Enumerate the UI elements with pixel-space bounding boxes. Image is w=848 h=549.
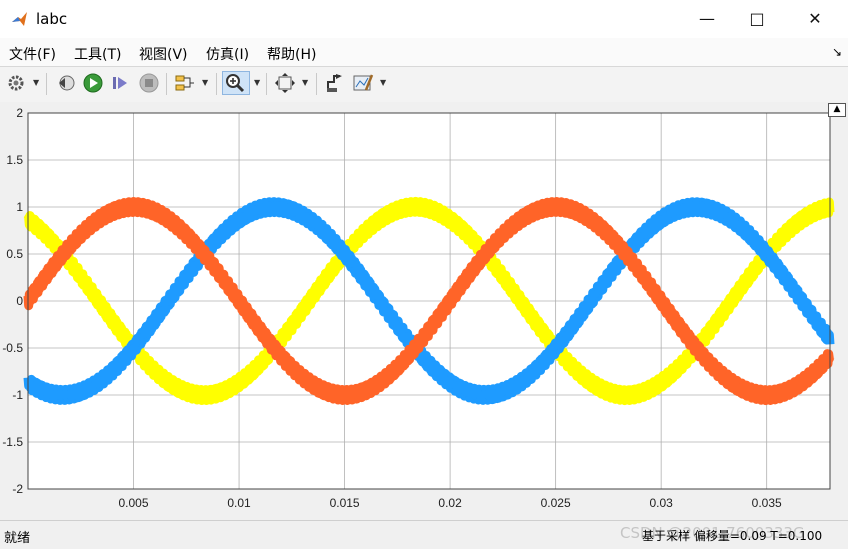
- style-edit-button[interactable]: [352, 72, 374, 94]
- cursor-measure-button[interactable]: [324, 72, 346, 94]
- close-button[interactable]: ✕: [792, 0, 838, 38]
- y-tick-label: 1: [16, 200, 23, 214]
- x-tick-label: 0.01: [227, 496, 251, 510]
- menu-tools[interactable]: 工具(T): [74, 44, 121, 64]
- matlab-icon: [12, 12, 27, 26]
- step-forward-button[interactable]: [110, 72, 130, 94]
- menu-help[interactable]: 帮助(H): [267, 44, 316, 64]
- step-back-button[interactable]: [56, 72, 76, 94]
- x-tick-label: 0.025: [541, 496, 571, 510]
- zoom-in-icon: [226, 74, 245, 93]
- stop-icon: [139, 73, 159, 93]
- x-tick-label: 0.035: [752, 496, 782, 510]
- chevron-down-icon[interactable]: ▼: [202, 78, 208, 87]
- y-tick-label: -1.5: [2, 435, 23, 449]
- settings-button[interactable]: [6, 72, 26, 94]
- fit-view-button[interactable]: [274, 72, 296, 94]
- close-icon: ✕: [808, 9, 822, 28]
- x-tick-label: 0.03: [649, 496, 673, 510]
- y-tick-label: 0.5: [6, 247, 23, 261]
- menu-file[interactable]: 文件(F): [9, 44, 56, 64]
- y-tick-label: 1.5: [6, 153, 23, 167]
- zoom-in-button[interactable]: [222, 71, 250, 95]
- status-bar: 就绪 CSDN @2001-7600333G 基于采样 偏移量=0.09 T=0…: [0, 520, 848, 549]
- minimize-button[interactable]: —: [684, 0, 730, 38]
- run-icon: [83, 73, 103, 93]
- signal-select-icon: [175, 75, 194, 91]
- title-bar: labc — □ ✕: [0, 0, 848, 38]
- stop-button[interactable]: [138, 72, 160, 94]
- expand-icon: ▲: [833, 104, 841, 114]
- scope-chart[interactable]: 2 1.5 1 0.5 0 -0.5 -1 -1.5 -2 0.005 0.01 0.015 0.02 0…: [0, 102, 848, 520]
- run-button[interactable]: [82, 72, 104, 94]
- x-tick-label: 0.015: [330, 496, 360, 510]
- y-tick-label: -2: [12, 482, 23, 496]
- y-tick-label: -0.5: [2, 341, 23, 355]
- chevron-down-icon[interactable]: ▼: [380, 78, 386, 87]
- chevron-down-icon[interactable]: ▼: [33, 78, 39, 87]
- chevron-down-icon[interactable]: ▼: [302, 78, 308, 87]
- x-tick-label: 0.02: [438, 496, 462, 510]
- menu-simulation[interactable]: 仿真(I): [206, 44, 249, 64]
- y-tick-label: -1: [12, 388, 23, 402]
- x-tick-label: 0.005: [119, 496, 149, 510]
- scope-plot-area: ▲ 2 1.5 1 0.5 0 -0.5 -1 -1.5 -2 0.005 0.01 0.015 0.0…: [0, 102, 848, 520]
- menu-bar: 文件(F) 工具(T) 视图(V) 仿真(I) 帮助(H) ↘: [0, 38, 848, 66]
- undock-icon[interactable]: ↘: [832, 45, 842, 59]
- maximize-button[interactable]: □: [734, 0, 780, 38]
- window-title: labc: [36, 10, 68, 28]
- step-forward-icon: [113, 77, 127, 89]
- y-tick-label: 2: [16, 106, 23, 120]
- chevron-down-icon[interactable]: ▼: [254, 78, 260, 87]
- status-sample-info: 基于采样 偏移量=0.09 T=0.100: [642, 529, 823, 543]
- expand-legend-button[interactable]: ▲: [828, 103, 846, 117]
- fit-view-icon: [275, 73, 295, 93]
- cursor-measure-icon: [327, 74, 342, 92]
- toolbar: ▼ ▼ ▼ ▼ ▼: [0, 66, 848, 103]
- y-tick-label: 0: [16, 294, 23, 308]
- menu-view[interactable]: 视图(V): [139, 44, 188, 64]
- step-back-icon: [59, 75, 75, 91]
- style-edit-icon: [353, 74, 374, 91]
- signal-select-button[interactable]: [174, 72, 196, 94]
- minimize-icon: —: [699, 9, 715, 28]
- status-text: 就绪: [4, 531, 31, 546]
- gear-icon: [8, 75, 24, 91]
- maximize-icon: □: [749, 9, 765, 28]
